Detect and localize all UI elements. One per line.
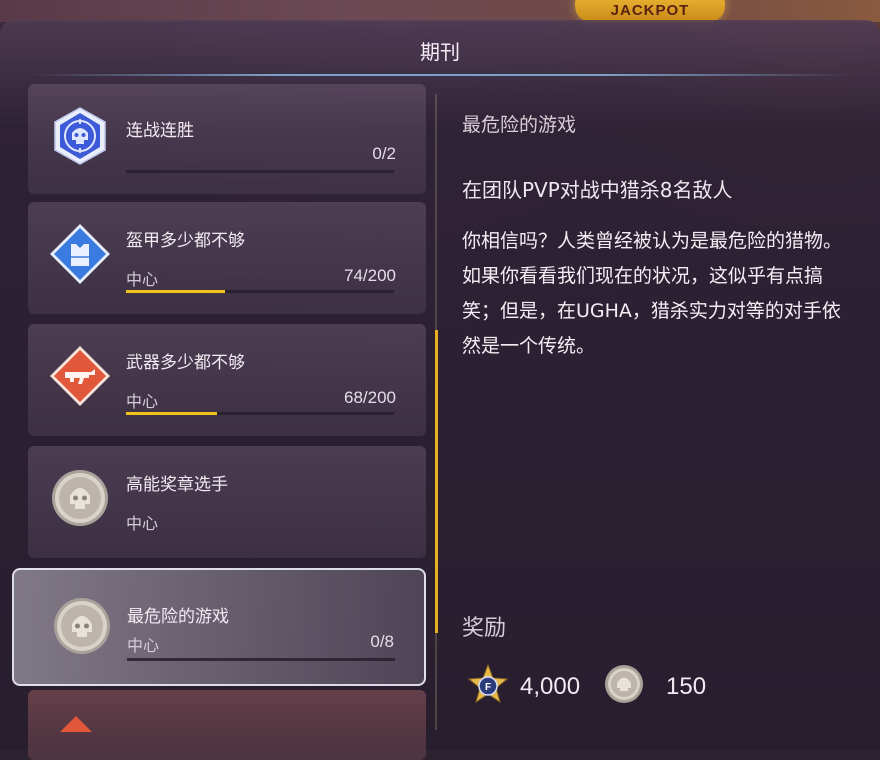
progress-bar xyxy=(127,658,395,661)
entry-category: 中心 xyxy=(126,392,159,411)
reward-xp-amount: 4,000 xyxy=(520,673,581,700)
entry-progress: 68/200 xyxy=(344,388,396,407)
title-divider xyxy=(28,74,852,76)
entry-name: 盔甲多少都不够 xyxy=(126,231,245,251)
journal-entry-weapons[interactable]: 武器多少都不够 中心 68/200 xyxy=(28,324,426,436)
progress-bar xyxy=(126,170,394,173)
entry-category: 中心 xyxy=(126,270,159,289)
entry-category: 中心 xyxy=(127,636,160,655)
page-title: 期刊 xyxy=(420,40,460,64)
progress-fill xyxy=(126,412,218,415)
detail-title: 最危险的游戏 xyxy=(462,114,577,136)
armor-vest-icon xyxy=(50,224,110,284)
progress-bar xyxy=(126,290,394,293)
journal-entry-medalist[interactable]: 高能奖章选手 中心 xyxy=(28,446,426,558)
entry-name: 连战连胜 xyxy=(126,121,194,141)
svg-text:F: F xyxy=(485,682,491,693)
rewards-label: 奖励 xyxy=(462,616,507,641)
medal-coin-icon xyxy=(605,665,643,703)
entry-progress: 74/200 xyxy=(344,266,396,285)
journal-entry-streak[interactable]: 连战连胜 0/2 xyxy=(28,84,426,194)
reward-medal-amount: 150 xyxy=(666,673,707,700)
entry-name: 武器多少都不够 xyxy=(126,353,245,373)
journal-entry-armor[interactable]: 盔甲多少都不够 中心 74/200 xyxy=(28,202,426,314)
jackpot-sign: JACKPOT xyxy=(575,0,725,22)
detail-objective: 在团队PVP对战中猎杀8名敌人 xyxy=(462,178,733,202)
entry-name: 高能奖章选手 xyxy=(126,475,228,495)
scrollbar-thumb[interactable] xyxy=(435,330,438,633)
star-badge-icon: F xyxy=(468,664,508,704)
progress-fill xyxy=(126,290,226,293)
skull-shield-icon xyxy=(54,107,106,165)
journal-entry-most-dangerous-game[interactable]: 最危险的游戏 中心 0/8 xyxy=(12,568,426,686)
weapon-badge-icon xyxy=(60,716,92,732)
entry-category: 中心 xyxy=(126,514,159,533)
medal-coin-icon xyxy=(52,470,108,526)
progress-bar xyxy=(126,412,394,415)
entry-name: 最危险的游戏 xyxy=(127,607,229,627)
rifle-icon xyxy=(50,346,110,406)
entry-progress: 0/8 xyxy=(370,632,394,651)
detail-description: 你相信吗？人类曾经被认为是最危险的猎物。如果你看看我们现在的状况，这似乎有点搞笑… xyxy=(462,230,843,357)
scene-backdrop xyxy=(0,0,880,22)
medal-coin-icon xyxy=(54,598,110,654)
entry-progress: 0/2 xyxy=(372,144,396,163)
